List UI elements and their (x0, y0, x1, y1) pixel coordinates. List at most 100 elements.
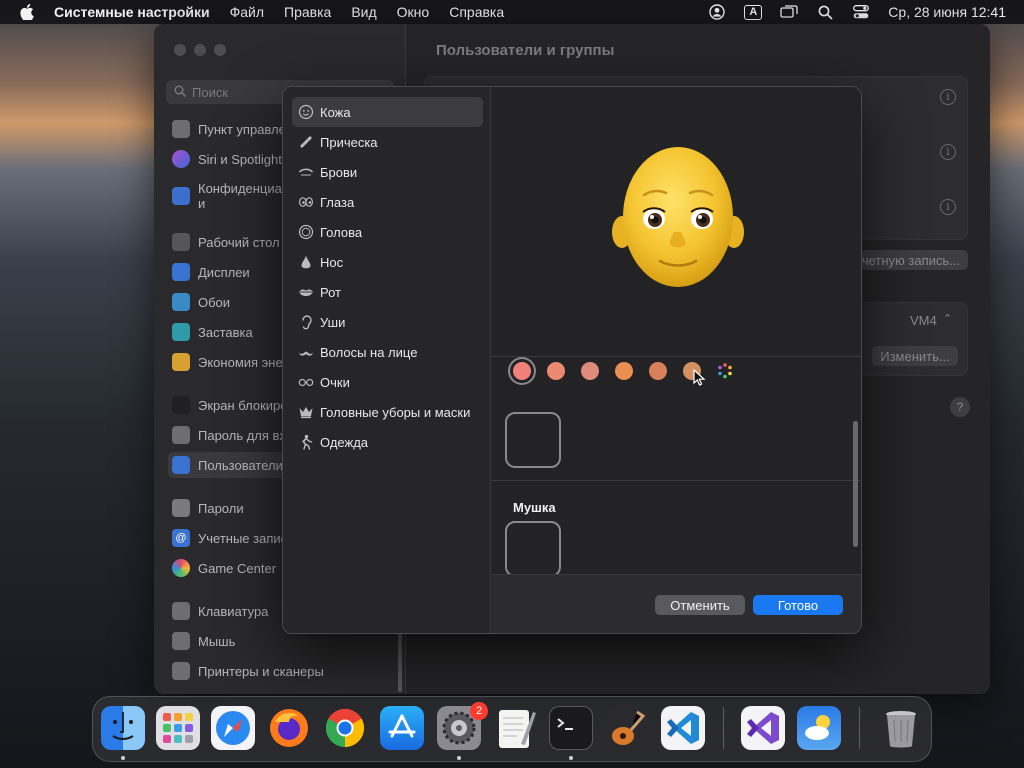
dock-chrome-icon[interactable] (323, 706, 367, 750)
edit-button[interactable]: Изменить... (872, 346, 958, 366)
nose-icon (298, 254, 314, 270)
memoji-face-image (612, 147, 744, 287)
dock-vscode-icon[interactable] (661, 706, 705, 750)
color-picker-icon[interactable] (715, 361, 735, 381)
menu-app-name[interactable]: Системные настройки (54, 4, 210, 20)
menu-clock[interactable]: Ср, 28 июня 12:41 (888, 4, 1006, 20)
input-source-icon[interactable]: A (744, 4, 763, 20)
dock-firefox-icon[interactable] (267, 706, 311, 750)
apple-menu-icon[interactable] (18, 4, 36, 20)
dock-separator (723, 707, 724, 749)
running-indicator (457, 756, 461, 760)
menu-help[interactable]: Справка (449, 4, 504, 20)
skin-swatch[interactable] (581, 362, 599, 380)
skin-swatch[interactable] (615, 362, 633, 380)
edit-button-label: Изменить... (880, 348, 950, 364)
dock-separator (859, 707, 860, 749)
section-title-beauty-mark: Мушка (513, 500, 556, 515)
category-label: Очки (320, 374, 350, 390)
category-headwear[interactable]: Головные уборы и маски (292, 397, 483, 427)
category-label: Глаза (320, 194, 355, 210)
dock-visual-studio-icon[interactable] (741, 706, 785, 750)
key-icon (172, 499, 190, 517)
comb-icon (298, 134, 314, 150)
password-icon (172, 426, 190, 444)
dock-trash-icon[interactable] (879, 706, 923, 750)
menu-edit[interactable]: Правка (284, 4, 331, 20)
menu-window[interactable]: Окно (397, 4, 430, 20)
minimize-window-button[interactable] (194, 44, 206, 56)
menu-view[interactable]: Вид (351, 4, 376, 20)
user-switch-icon[interactable] (708, 4, 726, 20)
category-hairstyle[interactable]: Прическа (292, 127, 483, 157)
spotlight-search-icon[interactable] (816, 4, 834, 20)
dock-weather-icon[interactable] (797, 706, 841, 750)
zoom-window-button[interactable] (214, 44, 226, 56)
category-label: Рот (320, 284, 341, 300)
category-label: Прическа (320, 134, 378, 150)
eyebrow-icon (298, 164, 314, 180)
close-window-button[interactable] (174, 44, 186, 56)
users-icon (172, 456, 190, 474)
game-center-icon (172, 559, 190, 577)
skin-swatch[interactable] (513, 362, 531, 380)
dock-app-store-icon[interactable] (380, 706, 424, 750)
menu-bar: Системные настройки Файл Правка Вид Окно… (0, 0, 1024, 24)
category-eyes[interactable]: Глаза (292, 187, 483, 217)
mouse-icon (172, 632, 190, 650)
skin-option-tile[interactable] (505, 412, 561, 468)
category-clothing[interactable]: Одежда (292, 427, 483, 457)
notification-badge: 2 (470, 702, 488, 720)
network-server-value[interactable]: VM4 (910, 313, 937, 328)
skin-swatch[interactable] (649, 362, 667, 380)
sidebar-item-printers[interactable]: Принтеры и сканеры (168, 658, 394, 684)
category-mouth[interactable]: Рот (292, 277, 483, 307)
running-indicator (569, 756, 573, 760)
memoji-category-list: Кожа Прическа Брови Глаза Голова Нос Рот (283, 87, 491, 633)
lock-icon (172, 396, 190, 414)
dock-launchpad-icon[interactable] (156, 706, 200, 750)
skin-swatch[interactable] (547, 362, 565, 380)
category-nose[interactable]: Нос (292, 247, 483, 277)
dock-textedit-icon[interactable] (493, 706, 537, 750)
keyboard-icon (172, 602, 190, 620)
user-info-icon[interactable]: i (940, 144, 956, 160)
category-label: Кожа (320, 104, 351, 120)
dock-finder-icon[interactable] (101, 706, 145, 750)
dock-terminal-icon[interactable] (549, 706, 593, 750)
wallpaper-icon (172, 293, 190, 311)
printer-icon (172, 662, 190, 680)
control-center-icon[interactable] (852, 4, 870, 20)
category-skin[interactable]: Кожа (292, 97, 483, 127)
dock-safari-icon[interactable] (211, 706, 255, 750)
battery-icon (172, 353, 190, 371)
sun-icon (172, 263, 190, 281)
section-divider (492, 480, 861, 481)
screen-mirroring-icon[interactable] (780, 4, 798, 20)
running-indicator (121, 756, 125, 760)
lips-icon (298, 284, 314, 300)
crown-icon (298, 404, 314, 420)
user-info-icon[interactable]: i (940, 199, 956, 215)
person-icon (298, 434, 314, 450)
memoji-preview (492, 87, 861, 357)
at-sign-icon: @ (172, 529, 190, 547)
beauty-mark-option-tile[interactable] (505, 521, 561, 577)
category-eyewear[interactable]: Очки (292, 367, 483, 397)
category-ears[interactable]: Уши (292, 307, 483, 337)
dock-garageband-icon[interactable] (605, 706, 649, 750)
dock-icon (172, 233, 190, 251)
done-button[interactable]: Готово (753, 595, 843, 615)
dialog-scrollbar[interactable] (853, 421, 858, 547)
category-label: Брови (320, 164, 358, 180)
help-icon[interactable]: ? (950, 397, 970, 417)
category-head[interactable]: Голова (292, 217, 483, 247)
category-eyebrows[interactable]: Брови (292, 157, 483, 187)
menu-file[interactable]: Файл (230, 4, 264, 20)
category-facial-hair[interactable]: Волосы на лице (292, 337, 483, 367)
eyes-icon (298, 194, 314, 210)
cancel-button[interactable]: Отменить (655, 595, 745, 615)
memoji-editor-dialog: Кожа Прическа Брови Глаза Голова Нос Рот (282, 86, 862, 634)
add-account-button[interactable]: Добавить учетную запись... (844, 250, 968, 270)
user-info-icon[interactable]: i (940, 89, 956, 105)
